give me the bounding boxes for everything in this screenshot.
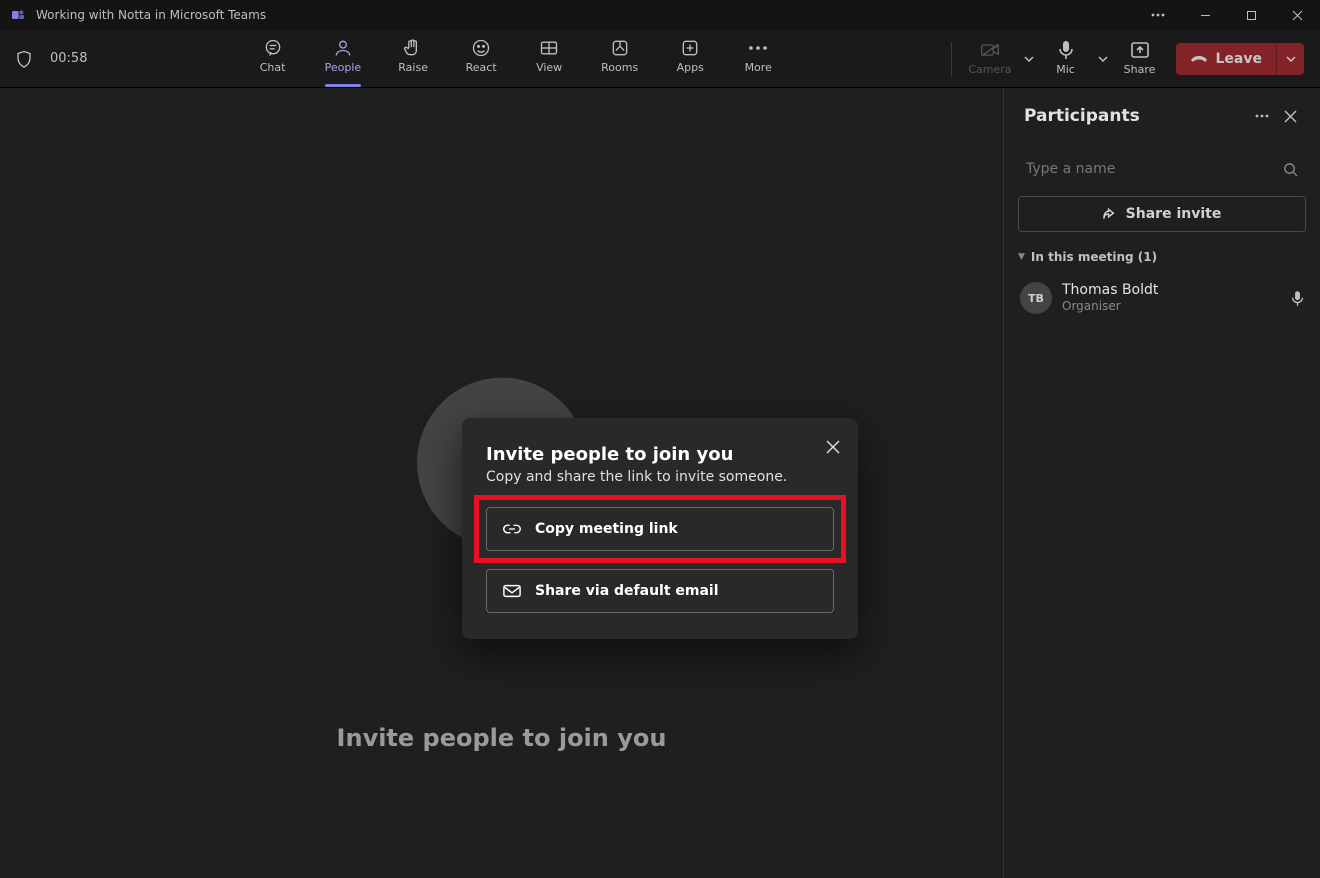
search-input[interactable] bbox=[1026, 161, 1283, 177]
chat-icon bbox=[263, 39, 283, 57]
toolbar-rooms[interactable]: Rooms bbox=[597, 30, 642, 87]
toolbar-label: Rooms bbox=[601, 61, 638, 74]
camera-control[interactable]: Camera bbox=[968, 41, 1011, 76]
toolbar-label: View bbox=[536, 61, 562, 74]
react-icon bbox=[471, 39, 491, 57]
mic-control[interactable]: Mic bbox=[1046, 41, 1086, 76]
mic-status-icon bbox=[1291, 290, 1304, 307]
share-invite-button[interactable]: Share invite bbox=[1018, 196, 1306, 232]
participant-row[interactable]: TB Thomas Boldt Organiser bbox=[1018, 276, 1306, 320]
email-icon bbox=[503, 584, 521, 598]
participants-panel: Participants Share invite bbox=[1004, 88, 1320, 878]
camera-chevron[interactable] bbox=[1020, 56, 1038, 62]
rooms-icon bbox=[610, 39, 630, 57]
meeting-stage: Invite people to join you Invite people … bbox=[0, 88, 1004, 878]
apps-icon bbox=[680, 39, 700, 57]
copy-meeting-link-button[interactable]: Copy meeting link bbox=[486, 507, 834, 551]
share-arrow-icon bbox=[1103, 207, 1118, 221]
toolbar-apps[interactable]: Apps bbox=[670, 30, 710, 87]
toolbar-react[interactable]: React bbox=[461, 30, 501, 87]
close-window-button[interactable] bbox=[1274, 0, 1320, 30]
meeting-timer: 00:58 bbox=[50, 51, 87, 66]
minimize-button[interactable] bbox=[1182, 0, 1228, 30]
toolbar-label: Apps bbox=[677, 61, 704, 74]
panel-close-button[interactable] bbox=[1276, 102, 1304, 130]
link-icon bbox=[503, 523, 521, 535]
toolbar-chat[interactable]: Chat bbox=[253, 30, 293, 87]
teams-app-icon bbox=[10, 7, 26, 23]
phone-down-icon bbox=[1190, 54, 1208, 64]
toolbar-more[interactable]: More bbox=[738, 30, 778, 87]
participant-role: Organiser bbox=[1062, 299, 1281, 313]
copy-link-label: Copy meeting link bbox=[535, 521, 678, 537]
toolbar-divider bbox=[951, 42, 952, 76]
toolbar-raise[interactable]: Raise bbox=[393, 30, 433, 87]
leave-button[interactable]: Leave bbox=[1176, 43, 1276, 75]
avatar: TB bbox=[1020, 282, 1052, 314]
mic-chevron[interactable] bbox=[1094, 56, 1112, 62]
camera-label: Camera bbox=[968, 63, 1011, 76]
modal-backdrop: Invite people to join you Copy and share… bbox=[0, 88, 1003, 878]
modal-close-button[interactable] bbox=[826, 440, 840, 454]
modal-title: Invite people to join you bbox=[486, 444, 834, 465]
toolbar-label: Chat bbox=[260, 61, 286, 74]
section-in-meeting[interactable]: ▼ In this meeting (1) bbox=[1018, 250, 1306, 264]
window-title: Working with Notta in Microsoft Teams bbox=[36, 8, 266, 22]
section-label: In this meeting (1) bbox=[1031, 250, 1157, 264]
share-control[interactable]: Share bbox=[1120, 41, 1160, 76]
panel-more-button[interactable] bbox=[1248, 102, 1276, 130]
modal-subtitle: Copy and share the link to invite someon… bbox=[486, 469, 834, 485]
search-icon bbox=[1283, 162, 1298, 177]
panel-title: Participants bbox=[1024, 106, 1140, 126]
mic-icon bbox=[1058, 41, 1074, 59]
share-screen-icon bbox=[1130, 41, 1150, 59]
view-icon bbox=[539, 39, 559, 57]
toolbar-people[interactable]: People bbox=[321, 30, 366, 87]
triangle-down-icon: ▼ bbox=[1018, 252, 1025, 262]
invite-modal: Invite people to join you Copy and share… bbox=[462, 418, 858, 639]
more-icon bbox=[748, 39, 768, 57]
participant-name: Thomas Boldt bbox=[1062, 282, 1281, 299]
toolbar-label: People bbox=[325, 61, 362, 74]
people-icon bbox=[333, 39, 353, 57]
shield-icon[interactable] bbox=[16, 50, 32, 68]
share-via-email-button[interactable]: Share via default email bbox=[486, 569, 834, 613]
toolbar-label: Raise bbox=[398, 61, 428, 74]
toolbar-view[interactable]: View bbox=[529, 30, 569, 87]
camera-off-icon bbox=[980, 41, 1000, 59]
leave-label: Leave bbox=[1216, 51, 1262, 67]
mic-label: Mic bbox=[1056, 63, 1075, 76]
leave-chevron[interactable] bbox=[1276, 43, 1304, 75]
titlebar: Working with Notta in Microsoft Teams bbox=[0, 0, 1320, 30]
raise-hand-icon bbox=[403, 39, 423, 57]
participant-search[interactable] bbox=[1018, 154, 1306, 184]
maximize-button[interactable] bbox=[1228, 0, 1274, 30]
toolbar-label: React bbox=[466, 61, 497, 74]
share-label: Share bbox=[1124, 63, 1156, 76]
share-email-label: Share via default email bbox=[535, 583, 719, 599]
toolbar-label: More bbox=[745, 61, 772, 74]
more-window-icon[interactable] bbox=[1140, 13, 1176, 17]
share-invite-label: Share invite bbox=[1126, 206, 1222, 222]
meeting-toolbar: 00:58 Chat People Raise React View bbox=[0, 30, 1320, 88]
